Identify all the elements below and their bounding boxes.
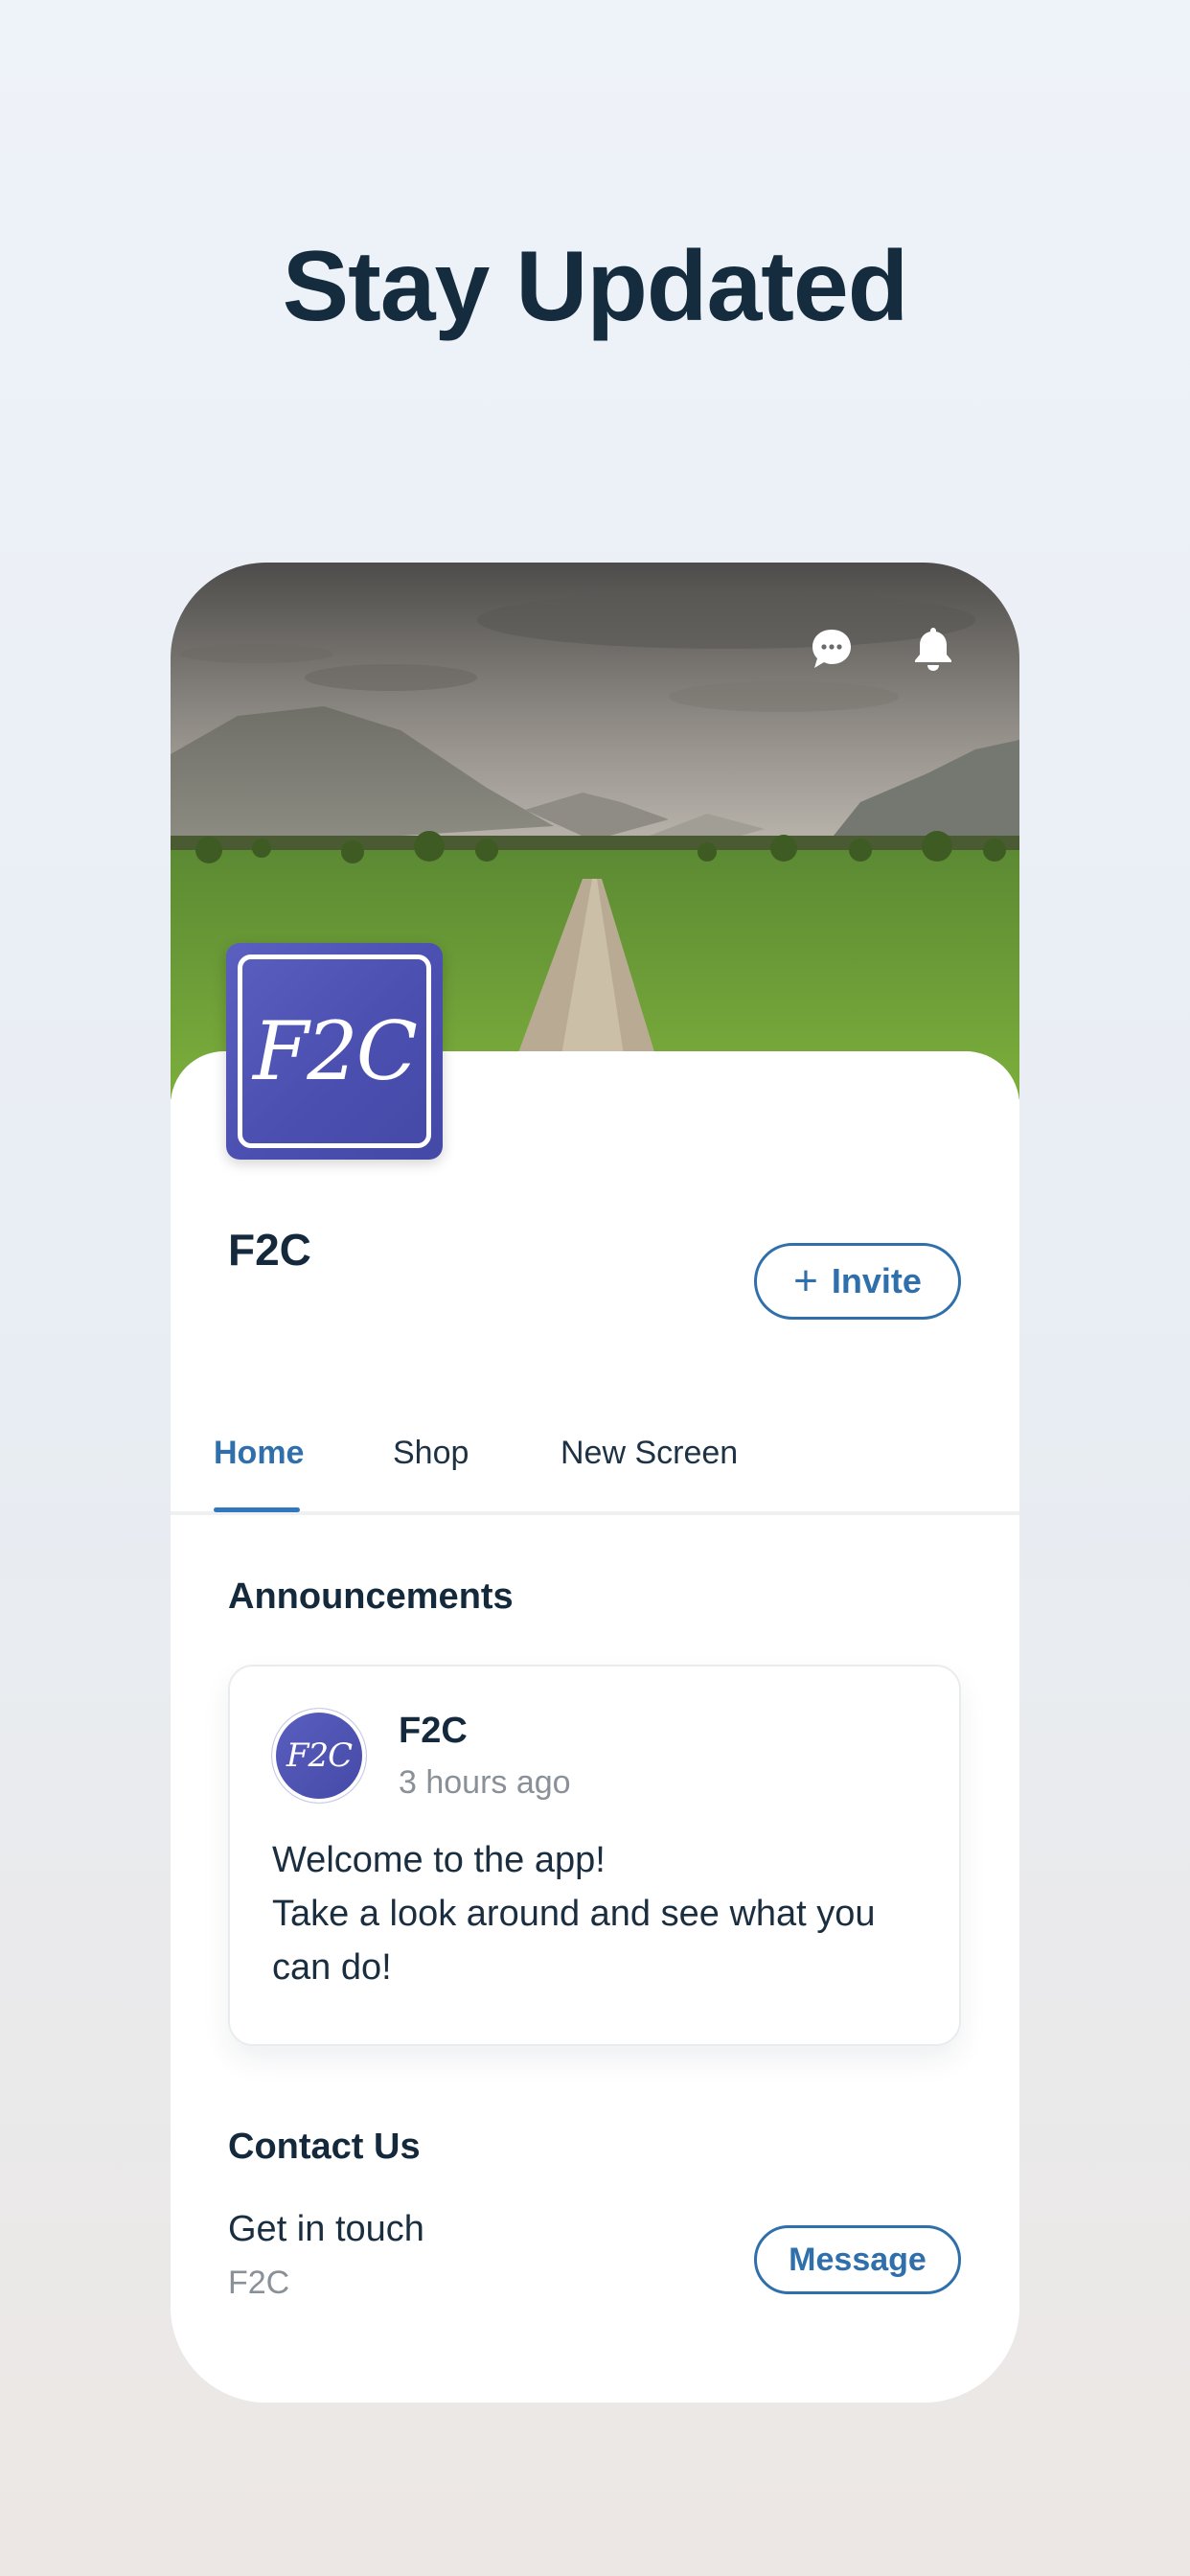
chat-bubble-icon[interactable] xyxy=(803,620,860,678)
contact-name: F2C xyxy=(228,2265,290,2301)
tab-shop[interactable]: Shop xyxy=(393,1435,469,1472)
post-author: F2C xyxy=(399,1711,468,1751)
post-timestamp: 3 hours ago xyxy=(399,1764,571,1801)
announcement-card[interactable]: F2C F2C 3 hours ago Welcome to the app! … xyxy=(228,1665,961,2046)
post-line-1: Welcome to the app! xyxy=(272,1840,606,1880)
tab-bar: Home Shop New Screen xyxy=(171,1425,1019,1515)
active-tab-indicator xyxy=(214,1507,300,1512)
logo-frame: F2C xyxy=(238,954,431,1148)
contact-subtitle: Get in touch xyxy=(228,2209,424,2249)
contact-title: Contact Us xyxy=(228,2127,421,2167)
plus-icon: + xyxy=(793,1257,818,1304)
site-name: F2C xyxy=(228,1225,311,1275)
post-line-2: Take a look around and see what you xyxy=(272,1894,876,1934)
logo-text: F2C xyxy=(253,1004,418,1098)
message-button[interactable]: Message xyxy=(754,2225,961,2294)
bell-icon[interactable] xyxy=(904,620,962,678)
invite-button[interactable]: + Invite xyxy=(754,1243,961,1320)
tab-home[interactable]: Home xyxy=(214,1435,304,1472)
announcements-title: Announcements xyxy=(228,1576,514,1617)
invite-label: Invite xyxy=(831,1261,922,1300)
post-body: Welcome to the app! Take a look around a… xyxy=(272,1833,943,1994)
avatar: F2C xyxy=(272,1709,366,1803)
tab-new-screen[interactable]: New Screen xyxy=(561,1435,738,1472)
page-headline: Stay Updated xyxy=(282,231,909,342)
site-logo: F2C xyxy=(226,943,443,1160)
app-preview-card: F2C F2C + Invite Home Shop New Screen An… xyxy=(171,563,1019,2403)
avatar-text: F2C xyxy=(286,1736,353,1775)
post-line-3: can do! xyxy=(272,1947,392,1988)
